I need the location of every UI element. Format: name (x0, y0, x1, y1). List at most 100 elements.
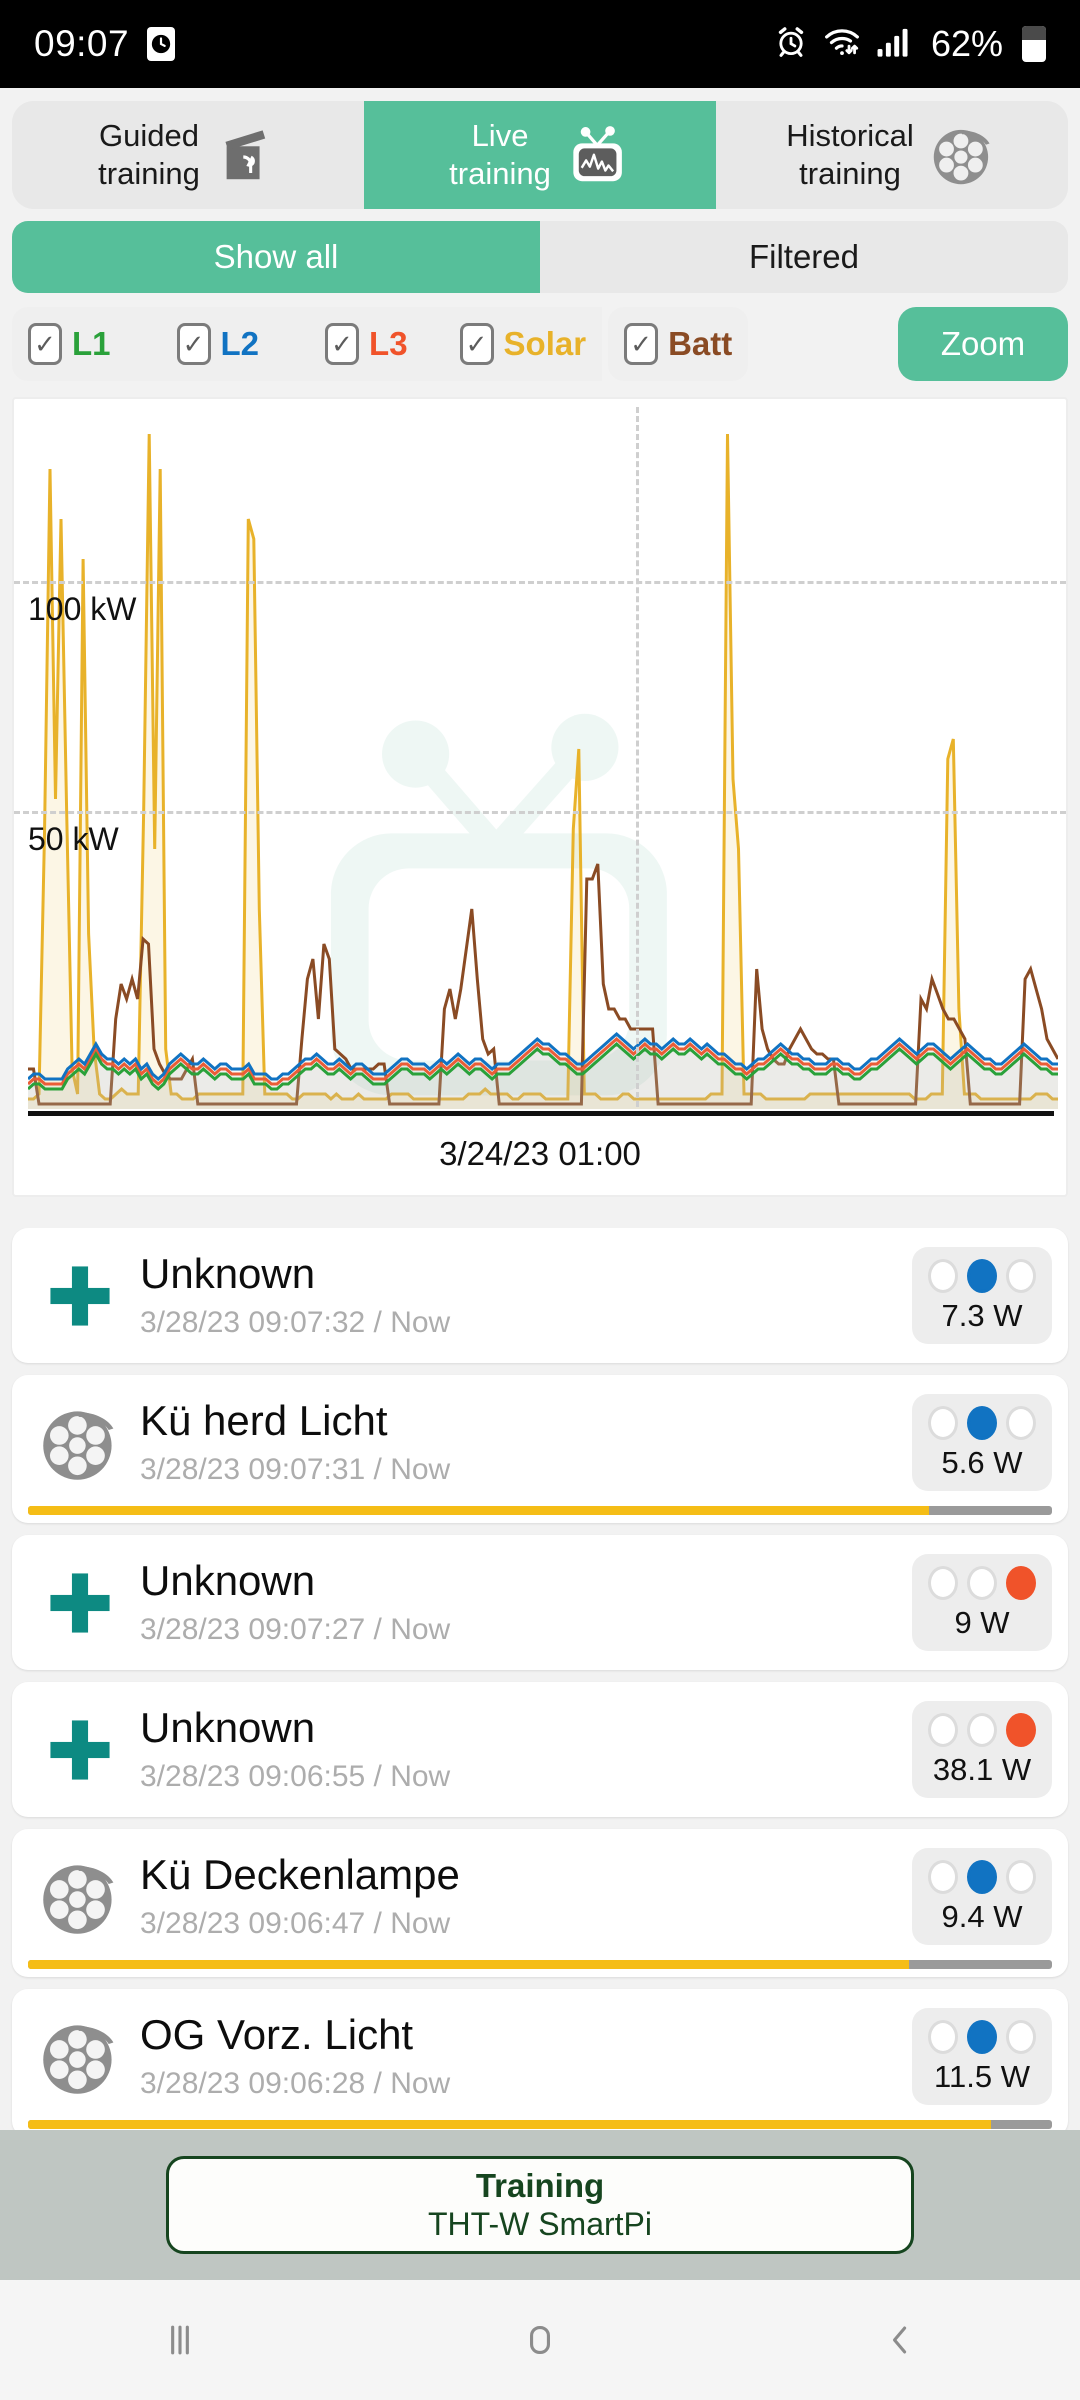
device-progress-bar (28, 1506, 1052, 1515)
zoom-button[interactable]: Zoom (898, 307, 1068, 381)
phase-dot-l1 (928, 1713, 958, 1747)
phase-indicator (928, 1860, 1036, 1894)
device-name: Unknown (140, 1705, 316, 1751)
tab-guided-training[interactable]: Guided training (12, 101, 364, 209)
segment-filtered[interactable]: Filtered (540, 221, 1068, 293)
segment-show-all[interactable]: Show all (12, 221, 540, 293)
x-axis-label: 3/24/23 01:00 (439, 1135, 641, 1172)
device-timestamp: 3/28/23 09:06:47 / Now (140, 1906, 451, 1940)
device-timestamp: 3/28/23 09:07:31 / Now (140, 1452, 451, 1486)
device-text: OG Vorz. Licht 3/28/23 09:06:28 / Now (132, 2012, 912, 2100)
training-status-box[interactable]: Training THT-W SmartPi (166, 2156, 914, 2254)
status-bar-left: 09:07 (34, 23, 176, 65)
live-power-chart[interactable]: 100 kW 50 kW 3/24/23 01:00 (12, 397, 1068, 1197)
device-icon (28, 1855, 132, 1939)
device-card[interactable]: Kü herd Licht 3/28/23 09:07:31 / Now 5.6… (12, 1375, 1068, 1523)
tab-live-training-label: Live training (449, 118, 551, 191)
status-bar-right: 62% (774, 23, 1046, 65)
tab-historical-training[interactable]: Historical training (716, 101, 1068, 209)
battery-percent-label: 62% (930, 23, 1003, 64)
phase-dot-l1 (928, 1566, 958, 1600)
device-icon (28, 1253, 132, 1339)
battery-icon (1022, 26, 1046, 62)
phase-dot-l3 (1006, 1713, 1036, 1747)
film-reel-icon (928, 122, 998, 188)
device-text: Unknown 3/28/23 09:07:32 / Now (132, 1251, 912, 1339)
chart-plot-area (28, 409, 1054, 1109)
checkbox-l1-label: L1 (72, 325, 111, 362)
clapperboard-plant-icon (214, 124, 278, 186)
phase-dot-l2 (967, 2020, 997, 2054)
device-power-badge: 38.1 W (912, 1701, 1052, 1798)
device-card[interactable]: OG Vorz. Licht 3/28/23 09:06:28 / Now 11… (12, 1989, 1068, 2130)
device-text: Kü herd Licht 3/28/23 09:07:31 / Now (132, 1398, 912, 1486)
device-card[interactable]: Kü Deckenlampe 3/28/23 09:06:47 / Now 9.… (12, 1829, 1068, 1977)
clock-icon (147, 27, 176, 61)
device-icon (28, 1401, 132, 1485)
film-reel-icon (43, 1410, 114, 1480)
gridline-vertical-marker (636, 407, 639, 1107)
device-power-value: 7.3 W (941, 1298, 1023, 1333)
android-navigation-bar[interactable] (0, 2280, 1080, 2400)
checkbox-l1[interactable]: ✓ (28, 323, 62, 365)
device-card[interactable]: Unknown 3/28/23 09:07:32 / Now 7.3 W (12, 1228, 1068, 1363)
phase-dot-l1 (928, 2020, 958, 2054)
device-power-badge: 5.6 W (912, 1394, 1052, 1491)
device-power-value: 5.6 W (941, 1445, 1023, 1480)
tab-guided-training-label: Guided training (98, 118, 200, 191)
device-timestamp: 3/28/23 09:06:55 / Now (140, 1759, 451, 1793)
recents-icon[interactable] (100, 2280, 260, 2400)
back-icon[interactable] (820, 2280, 980, 2400)
plus-icon (50, 1719, 110, 1780)
chart-series-canvas (28, 409, 1058, 1109)
device-card[interactable]: Unknown 3/28/23 09:06:55 / Now 38.1 W (12, 1682, 1068, 1817)
chart-series-solar (28, 434, 1058, 1099)
checkbox-solar[interactable]: ✓ (459, 323, 494, 365)
device-text: Unknown 3/28/23 09:06:55 / Now (132, 1705, 912, 1793)
checkbox-l2[interactable]: ✓ (176, 323, 211, 365)
device-card-row: Kü Deckenlampe 3/28/23 09:06:47 / Now 9.… (12, 1829, 1068, 1964)
device-power-badge: 9 W (912, 1554, 1052, 1651)
device-timestamp: 3/28/23 09:07:32 / Now (140, 1305, 451, 1339)
y-axis-label-50kw: 50 kW (28, 821, 119, 857)
phase-dot-l2 (967, 1713, 997, 1747)
training-status-title: Training (475, 2166, 605, 2204)
phase-dot-l3 (1006, 1259, 1036, 1293)
phase-dot-l1 (928, 1860, 958, 1894)
phase-dot-l3 (1006, 2020, 1036, 2054)
training-status-subtitle: THT-W SmartPi (428, 2205, 652, 2242)
tab-live-training[interactable]: Live training (364, 101, 716, 209)
device-timestamp: 3/28/23 09:07:27 / Now (140, 1612, 451, 1646)
checkbox-batt[interactable]: ✓ (624, 323, 659, 365)
home-icon[interactable] (460, 2280, 620, 2400)
phase-indicator (928, 1566, 1036, 1600)
device-power-value: 11.5 W (934, 2059, 1030, 2094)
series-filter-group-lines: ✓ L1 ✓ L2 ✓ L3 ✓ Solar (12, 307, 603, 381)
device-name: OG Vorz. Licht (140, 2012, 414, 2058)
device-list[interactable]: Unknown 3/28/23 09:07:32 / Now 7.3 W Kü … (0, 1228, 1080, 2130)
checkbox-l3[interactable]: ✓ (325, 323, 360, 365)
device-card[interactable]: Unknown 3/28/23 09:07:27 / Now 9 W (12, 1535, 1068, 1670)
device-power-value: 9.4 W (941, 1899, 1023, 1934)
status-bar-clock: 09:07 (34, 23, 130, 64)
plus-icon (50, 1572, 110, 1633)
tv-waveform-icon (565, 123, 631, 187)
checkbox-l2-label: L2 (220, 325, 260, 362)
device-progress-bar (28, 2120, 1052, 2129)
alarm-icon (774, 25, 808, 64)
gridline-50kw (14, 811, 1066, 814)
phase-dot-l1 (928, 1406, 958, 1440)
device-card-row: Unknown 3/28/23 09:07:27 / Now 9 W (12, 1535, 1068, 1670)
device-name: Unknown (140, 1251, 316, 1297)
device-power-badge: 7.3 W (912, 1247, 1052, 1344)
device-power-badge: 9.4 W (912, 1848, 1052, 1945)
device-card-row: Unknown 3/28/23 09:07:32 / Now 7.3 W (12, 1228, 1068, 1363)
phase-dot-l2 (967, 1860, 997, 1894)
view-filter-segmented-control[interactable]: Show all Filtered (12, 221, 1068, 293)
training-mode-tabs[interactable]: Guided training Live training Historical… (12, 101, 1068, 209)
device-card-row: Unknown 3/28/23 09:06:55 / Now 38.1 W (12, 1682, 1068, 1817)
device-text: Unknown 3/28/23 09:07:27 / Now (132, 1558, 912, 1646)
device-name: Unknown (140, 1558, 316, 1604)
device-icon (28, 2015, 132, 2099)
phase-indicator (928, 2020, 1036, 2054)
